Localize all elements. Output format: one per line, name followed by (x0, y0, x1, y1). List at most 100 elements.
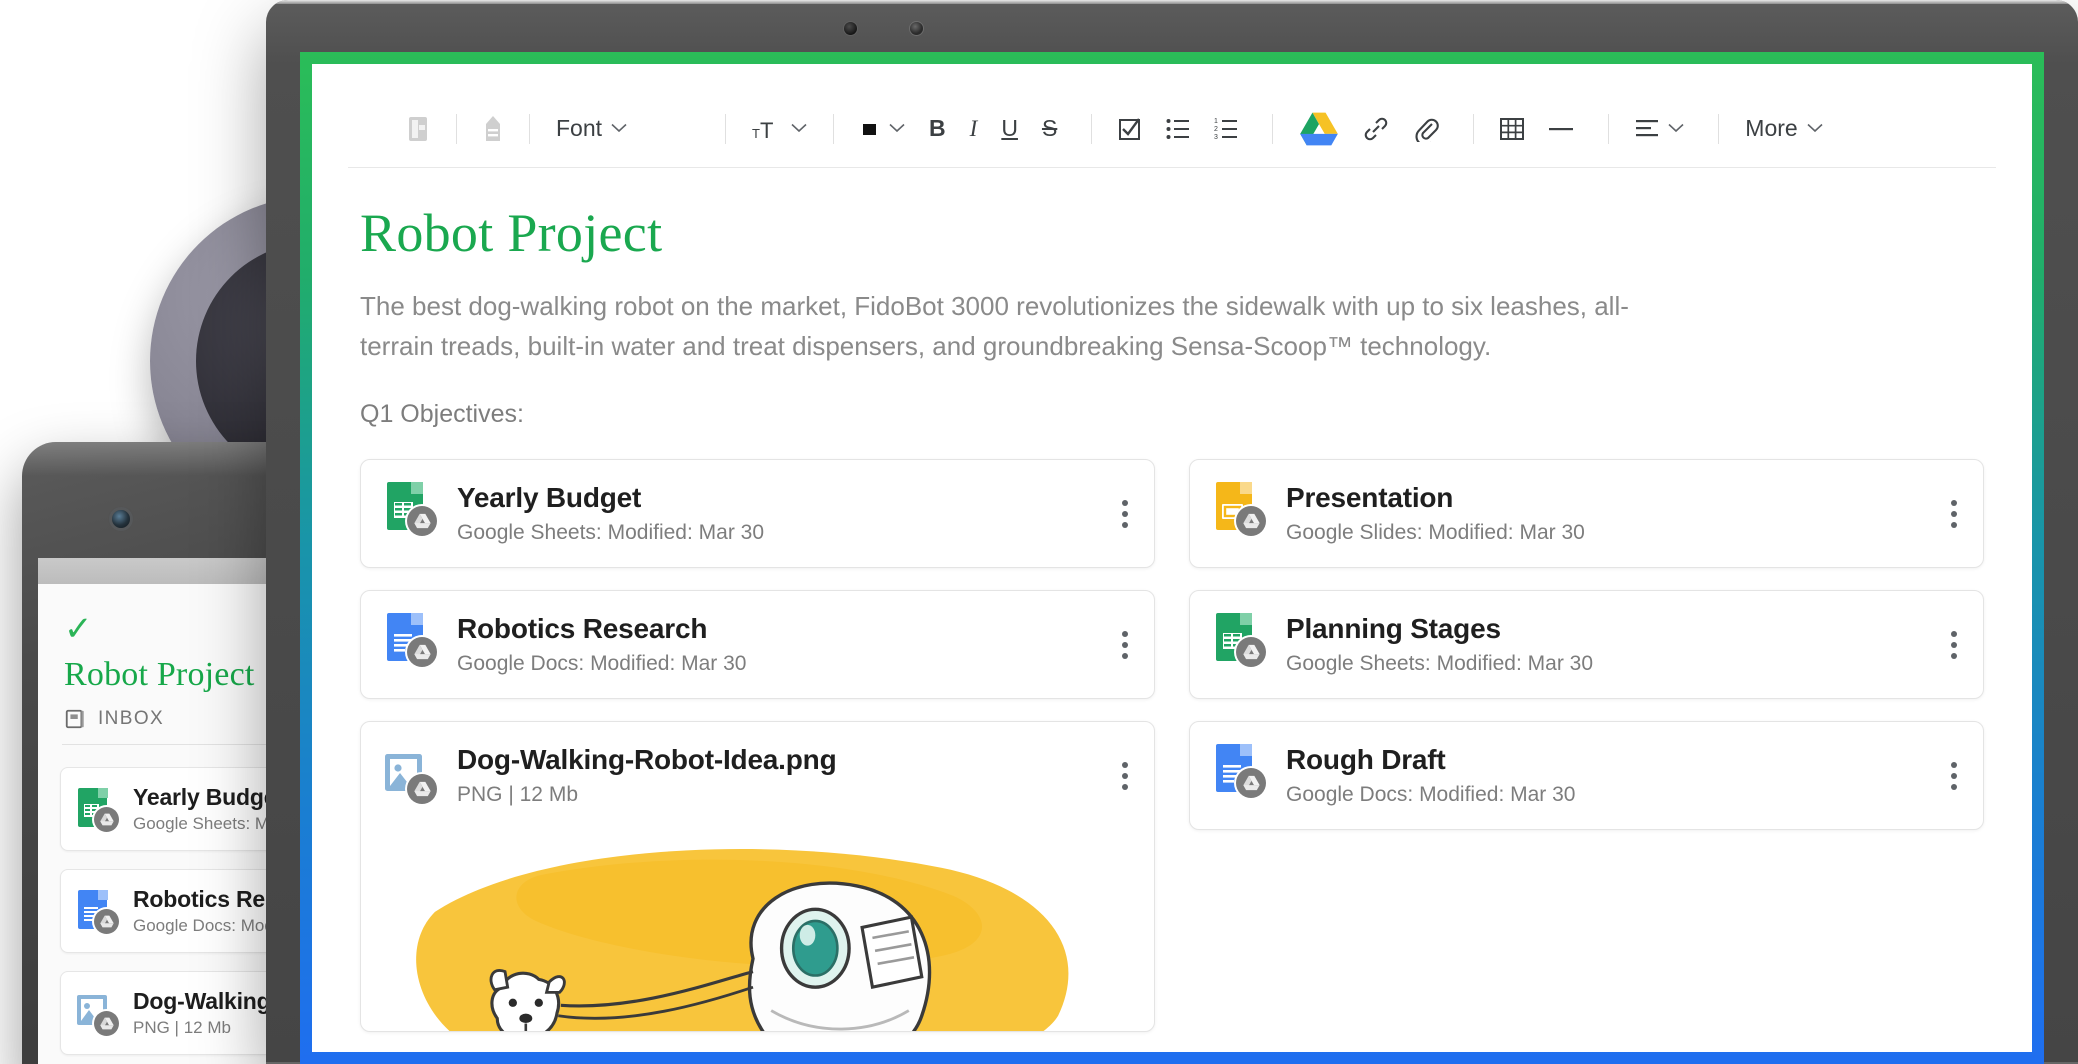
file-name: Presentation (1286, 482, 1454, 514)
paint-format-icon[interactable] (471, 107, 515, 151)
link-button[interactable] (1351, 107, 1401, 151)
chevron-down-icon (791, 120, 807, 137)
file-card[interactable]: Presentation Google Slides: Modified: Ma… (1189, 459, 1984, 569)
file-meta: Google Docs: Modified: Mar 30 (457, 652, 747, 676)
file-card[interactable]: Robotics Research Google Docs: Modified:… (360, 590, 1155, 700)
docs-file-icon (383, 613, 437, 668)
more-menu-label: More (1745, 115, 1798, 141)
inbox-book-icon (64, 708, 86, 730)
screen-bezel: Font T T B I U S 1 2 3 More Robot Projec… (300, 52, 2044, 1064)
more-menu[interactable]: More (1733, 107, 1834, 151)
chevron-down-icon (611, 120, 627, 137)
docs-file-icon (1212, 744, 1266, 799)
file-card[interactable]: Dog-Walking-Robot-Idea.png PNG | 12 Mb (360, 721, 1155, 1033)
phone-inbox-label: INBOX (98, 708, 165, 729)
drive-badge-icon (94, 909, 119, 934)
print-icon[interactable] (394, 107, 442, 151)
horizontal-rule-button[interactable] (1536, 107, 1586, 151)
toolbar-divider (1473, 113, 1475, 144)
svg-text:1: 1 (1214, 118, 1218, 125)
toolbar-divider (456, 113, 457, 144)
laptop-sensor-icon (910, 22, 923, 35)
toolbar-divider (529, 113, 530, 144)
more-options-icon[interactable] (1114, 490, 1136, 538)
phone-camera-icon (112, 510, 130, 528)
numbered-list-button[interactable]: 123 (1202, 107, 1250, 151)
drive-badge-icon (407, 637, 437, 668)
file-meta: Google Sheets: Modified: Mar 30 (457, 521, 765, 545)
drive-badge-icon (1236, 768, 1266, 799)
chevron-down-icon (1807, 120, 1823, 137)
text-color-selector[interactable] (848, 107, 917, 151)
chevron-down-icon (889, 120, 905, 137)
checklist-button[interactable] (1106, 107, 1154, 151)
screenshot-root: ✓ ↺ Robot Project INBOX (0, 0, 2078, 1064)
sheets-file-icon (383, 482, 437, 537)
drive-badge-icon (1236, 637, 1266, 668)
slides-file-icon (1212, 482, 1266, 537)
more-options-icon[interactable] (1943, 621, 1965, 669)
text-size-selector[interactable]: T T (740, 107, 819, 151)
file-name: Planning Stages (1286, 613, 1501, 645)
check-icon[interactable]: ✓ (64, 612, 93, 646)
more-options-icon[interactable] (1943, 490, 1965, 538)
file-meta: Google Slides: Modified: Mar 30 (1286, 521, 1585, 545)
file-name: Robotics Research (457, 613, 708, 645)
font-selector[interactable]: Font (544, 107, 639, 151)
toolbar-divider (1718, 113, 1720, 144)
toolbar-divider (1272, 113, 1274, 144)
image-file-icon (383, 750, 437, 804)
file-name: Yearly Budget (457, 482, 642, 514)
toolbar-divider (1608, 113, 1610, 144)
google-drive-button[interactable] (1287, 107, 1351, 151)
strikethrough-button[interactable]: S (1030, 107, 1069, 151)
align-selector[interactable] (1623, 107, 1696, 151)
toolbar-divider (725, 113, 727, 144)
docs-file-icon (75, 890, 119, 934)
file-card-text: Planning Stages Google Sheets: Modified:… (1286, 613, 1921, 676)
image-file-icon (75, 992, 119, 1036)
underline-button[interactable]: U (989, 107, 1030, 151)
file-name: Rough Draft (1286, 744, 1446, 776)
document-body: Robot Project The best dog-walking robot… (312, 168, 2032, 1033)
underline-label: U (1001, 115, 1018, 141)
file-card-grid: Yearly Budget Google Sheets: Modified: M… (348, 429, 1996, 1033)
drive-badge-icon (1236, 506, 1266, 537)
document-paragraph: The best dog-walking robot on the market… (360, 291, 1629, 362)
strikethrough-label: S (1041, 115, 1058, 141)
file-meta: Google Sheets: Modified: Mar 30 (1286, 652, 1594, 676)
bold-label: B (929, 115, 946, 141)
more-options-icon[interactable] (1114, 621, 1136, 669)
drive-badge-icon (407, 773, 437, 804)
file-card-text: Dog-Walking-Robot-Idea.png PNG | 12 Mb (457, 744, 1092, 807)
toolbar-divider (833, 113, 835, 144)
toolbar-divider (1091, 113, 1093, 144)
attachment-button[interactable] (1401, 107, 1451, 151)
file-card[interactable]: Rough Draft Google Docs: Modified: Mar 3… (1189, 721, 1984, 831)
more-options-icon[interactable] (1943, 752, 1965, 800)
svg-text:3: 3 (1214, 134, 1218, 140)
laptop-device: Font T T B I U S 1 2 3 More Robot Projec… (266, 0, 2078, 1064)
laptop-camera-icon (844, 22, 857, 35)
svg-text:2: 2 (1214, 126, 1218, 133)
file-card-header: Dog-Walking-Robot-Idea.png PNG | 12 Mb (383, 744, 1136, 807)
table-button[interactable] (1488, 107, 1536, 151)
page-title: Robot Project (360, 203, 663, 263)
svg-text:T: T (752, 126, 760, 141)
sheets-file-icon (1212, 613, 1266, 668)
file-meta: PNG | 12 Mb (457, 783, 578, 807)
app-window: Font T T B I U S 1 2 3 More Robot Projec… (312, 64, 2032, 1052)
drive-badge-icon (407, 506, 437, 537)
file-card[interactable]: Yearly Budget Google Sheets: Modified: M… (360, 459, 1155, 569)
file-card-text: Yearly Budget Google Sheets: Modified: M… (457, 482, 1092, 545)
italic-button[interactable]: I (958, 107, 990, 151)
italic-label: I (969, 115, 978, 141)
file-card-text: Rough Draft Google Docs: Modified: Mar 3… (1286, 744, 1921, 807)
bold-button[interactable]: B (917, 107, 958, 151)
file-card[interactable]: Planning Stages Google Sheets: Modified:… (1189, 590, 1984, 700)
image-preview (383, 821, 1136, 1032)
svg-text:T: T (760, 118, 773, 142)
file-meta: Google Docs: Modified: Mar 30 (1286, 783, 1576, 807)
bulleted-list-button[interactable] (1154, 107, 1202, 151)
more-options-icon[interactable] (1114, 752, 1136, 800)
